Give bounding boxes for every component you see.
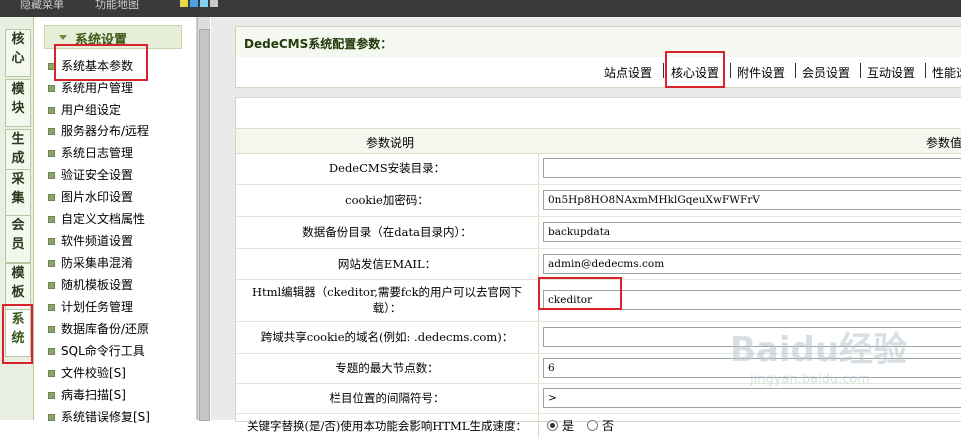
tab-interaction-settings[interactable]: 互动设置 <box>867 64 915 81</box>
sidebar-scrollbar[interactable] <box>197 17 210 421</box>
config-tab-bar: 站点设置 核心设置 附件设置 会员设置 互动设置 性能选 <box>235 57 961 88</box>
row-label-cookie-domain: 跨域共享cookie的域名(例如: .dedecms.com)： <box>260 330 514 344</box>
table-row: 数据备份目录（在data目录内）： backupdata <box>236 217 961 249</box>
bullet-icon <box>48 392 55 399</box>
value-cell: 6 <box>538 354 961 383</box>
module-tab-collect[interactable]: 采集 <box>5 169 31 217</box>
bullet-icon <box>48 172 55 179</box>
row-label-backup-dir: 数据备份目录（在data目录内）： <box>302 225 472 239</box>
row-label-max-nodes: 专题的最大节点数： <box>335 361 439 375</box>
tab-separator <box>925 63 926 78</box>
value-cell: admin@dedecms.com <box>538 249 961 279</box>
function-map-link[interactable]: 功能地图 <box>95 0 139 12</box>
theme-swatch-blue[interactable] <box>190 0 198 7</box>
tab-separator <box>795 63 796 78</box>
row-label-cookie-key: cookie加密码： <box>345 193 429 207</box>
top-bar: 隐藏菜单 功能地图 <box>0 0 961 17</box>
tab-core-settings[interactable]: 核心设置 <box>671 64 719 81</box>
value-cell: backupdata <box>538 217 961 248</box>
bullet-icon <box>48 238 55 245</box>
tab-site-settings[interactable]: 站点设置 <box>604 64 652 81</box>
theme-swatch-yellow[interactable] <box>180 0 188 7</box>
table-row: 跨域共享cookie的域名(例如: .dedecms.com)： <box>236 322 961 354</box>
col-header-value: 参数值 <box>926 136 961 150</box>
value-cell <box>538 153 961 184</box>
bullet-icon <box>48 216 55 223</box>
module-tab-member[interactable]: 会员 <box>5 215 31 263</box>
tab-separator <box>860 63 861 78</box>
max-nodes-input[interactable]: 6 <box>543 358 961 378</box>
bullet-icon <box>48 304 55 311</box>
bullet-icon <box>48 282 55 289</box>
radio-yes[interactable] <box>547 420 558 431</box>
value-cell <box>538 322 961 353</box>
bullet-icon <box>48 128 55 135</box>
sidebar: 系统设置 系统基本参数 系统用户管理 用户组设定 服务器分布/远程 系统日志管理… <box>34 17 197 424</box>
module-tabs: 核心 模块 生成 采集 会员 模板 系统 <box>0 17 34 420</box>
install-dir-input[interactable] <box>543 158 961 178</box>
module-tab-template[interactable]: 模板 <box>5 263 31 311</box>
email-input[interactable]: admin@dedecms.com <box>543 254 961 274</box>
sidebar-header[interactable]: 系统设置 <box>44 25 182 49</box>
panel-title: DedeCMS系统配置参数： <box>244 37 393 51</box>
theme-swatch-lightblue[interactable] <box>200 0 208 7</box>
separator-input[interactable]: > <box>543 388 961 408</box>
table-row: 网站发信EMAIL： admin@dedecms.com <box>236 249 961 280</box>
row-label-keyword-replace: 关键字替换(是/否)使用本功能会影响HTML生成速度： <box>247 419 527 433</box>
table-row: cookie加密码： 0n5Hp8HO8NAxmMHklGqeuXwFWFrV <box>236 185 961 217</box>
value-cell: ckeditor <box>538 280 961 321</box>
bullet-icon <box>48 194 55 201</box>
tab-attachment-settings[interactable]: 附件设置 <box>737 64 785 81</box>
bullet-icon <box>48 370 55 377</box>
row-label-email: 网站发信EMAIL： <box>337 257 437 271</box>
table-row: DedeCMS安装目录： <box>236 153 961 185</box>
bullet-icon <box>48 85 55 92</box>
table-header: 参数说明 参数值 <box>236 128 961 154</box>
theme-swatch-gray[interactable] <box>210 0 218 7</box>
table-row: 关键字替换(是/否)使用本功能会影响HTML生成速度： 是 否 <box>236 414 961 438</box>
col-header-desc: 参数说明 <box>366 136 415 150</box>
value-cell: 是 否 <box>538 414 961 438</box>
panel-title-bar: DedeCMS系统配置参数： <box>235 26 961 58</box>
table-row: 栏目位置的间隔符号： > <box>236 384 961 414</box>
tab-separator <box>663 63 664 78</box>
module-tab-system[interactable]: 系统 <box>5 309 31 357</box>
row-label-install-dir: DedeCMS安装目录： <box>328 161 446 175</box>
tab-separator <box>730 63 731 78</box>
row-label-separator: 栏目位置的间隔符号： <box>329 391 445 405</box>
cookie-key-input[interactable]: 0n5Hp8HO8NAxmMHklGqeuXwFWFrV <box>543 190 961 210</box>
row-label-html-editor: Html编辑器（ckeditor,需要fck的用户可以去官网下载）： <box>251 285 523 315</box>
tab-member-settings[interactable]: 会员设置 <box>802 64 850 81</box>
radio-no[interactable] <box>587 420 598 431</box>
module-tab-modules[interactable]: 模块 <box>5 79 31 127</box>
bullet-icon <box>48 150 55 157</box>
main-area: DedeCMS系统配置参数： 站点设置 核心设置 附件设置 会员设置 互动设置 … <box>211 17 961 438</box>
bullet-icon <box>48 260 55 267</box>
bullet-icon <box>48 348 55 355</box>
tab-performance[interactable]: 性能选 <box>932 64 961 81</box>
value-cell: > <box>538 384 961 413</box>
table-row: 专题的最大节点数： 6 <box>236 354 961 384</box>
table-row: Html编辑器（ckeditor,需要fck的用户可以去官网下载）： ckedi… <box>236 280 961 322</box>
value-cell: 0n5Hp8HO8NAxmMHklGqeuXwFWFrV <box>538 185 961 216</box>
bullet-icon <box>48 107 55 114</box>
collapse-triangle-icon <box>59 35 67 40</box>
config-table: 参数说明 参数值 DedeCMS安装目录： cookie加密码： 0n5Hp8H… <box>235 97 961 438</box>
bullet-icon <box>48 63 55 70</box>
hide-menu-link[interactable]: 隐藏菜单 <box>20 0 64 12</box>
bullet-icon <box>48 326 55 333</box>
html-editor-input[interactable]: ckeditor <box>543 290 961 310</box>
scrollbar-thumb[interactable] <box>199 29 210 421</box>
backup-dir-input[interactable]: backupdata <box>543 222 961 242</box>
module-tab-core[interactable]: 核心 <box>5 29 31 77</box>
cookie-domain-input[interactable] <box>543 327 961 347</box>
